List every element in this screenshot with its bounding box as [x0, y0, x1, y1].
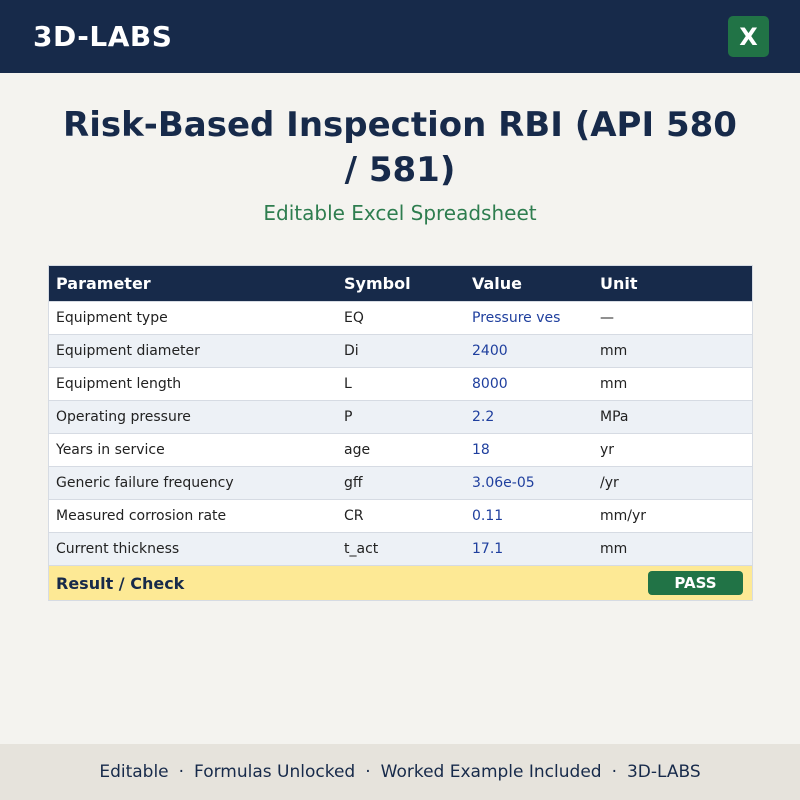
table-row: Equipment diameter Di 2400 mm	[49, 334, 752, 367]
footer-item-formulas: Formulas Unlocked	[194, 762, 356, 782]
footer: Editable · Formulas Unlocked · Worked Ex…	[0, 744, 800, 800]
table-row: Generic failure frequency gff 3.06e-05 /…	[49, 466, 752, 499]
parameter-table: Parameter Symbol Value Unit Equipment ty…	[48, 265, 753, 601]
parameter-cell: Generic failure frequency	[56, 475, 234, 491]
unit-cell: yr	[600, 442, 615, 458]
value-cell[interactable]: 8000	[472, 368, 508, 400]
symbol-cell: Di	[344, 343, 359, 359]
parameter-cell: Years in service	[56, 442, 165, 458]
value-cell[interactable]: 3.06e-05	[472, 467, 535, 499]
parameter-cell: Measured corrosion rate	[56, 508, 227, 524]
parameter-cell: Equipment length	[56, 376, 182, 392]
unit-cell: mm	[600, 541, 628, 557]
unit-cell: —	[600, 310, 614, 326]
page-subtitle: Editable Excel Spreadsheet	[263, 201, 537, 225]
parameter-cell: Operating pressure	[56, 409, 191, 425]
value-cell[interactable]: Pressure ves	[472, 302, 560, 334]
table-row: Years in service age 18 yr	[49, 433, 752, 466]
symbol-cell: L	[344, 376, 352, 392]
table-row: Measured corrosion rate CR 0.11 mm/yr	[49, 499, 752, 532]
symbol-cell: gff	[344, 475, 363, 491]
unit-cell: /yr	[600, 475, 619, 491]
unit-cell: mm/yr	[600, 508, 647, 524]
footer-separator: ·	[365, 762, 371, 782]
parameter-cell: Current thickness	[56, 541, 180, 557]
footer-separator: ·	[178, 762, 185, 782]
unit-cell: mm	[600, 376, 628, 392]
footer-item-worked-example: Worked Example Included	[380, 762, 602, 782]
unit-cell: mm	[600, 343, 628, 359]
result-row: Result / Check PASS	[49, 565, 752, 600]
symbol-cell: CR	[344, 508, 364, 524]
column-header-parameter: Parameter	[56, 274, 151, 293]
symbol-cell: EQ	[344, 310, 364, 326]
value-cell[interactable]: 2.2	[472, 401, 494, 433]
table-row: Equipment type EQ Pressure ves —	[49, 301, 752, 334]
status-badge: PASS	[648, 571, 743, 595]
symbol-cell: age	[344, 442, 371, 458]
page-title: Risk-Based Inspection RBI (API 580 / 581…	[63, 105, 737, 190]
value-cell[interactable]: 0.11	[472, 500, 503, 532]
table-row: Equipment length L 8000 mm	[49, 367, 752, 400]
value-cell[interactable]: 18	[472, 434, 490, 466]
column-header-symbol: Symbol	[344, 274, 411, 293]
unit-cell: MPa	[600, 409, 629, 425]
footer-item-editable: Editable	[99, 762, 169, 782]
symbol-cell: P	[344, 409, 353, 425]
column-header-unit: Unit	[600, 274, 638, 293]
footer-separator: ·	[611, 762, 617, 782]
footer-item-brand: 3D-LABS	[626, 762, 701, 782]
table-row: Operating pressure P 2.2 MPa	[49, 400, 752, 433]
symbol-cell: t_act	[344, 541, 379, 557]
value-cell[interactable]: 2400	[472, 335, 508, 367]
brand-logo: 3D-LABS	[33, 20, 173, 53]
top-bar: 3D-LABS X	[0, 0, 800, 73]
result-label: Result / Check	[56, 573, 185, 593]
parameter-cell: Equipment diameter	[56, 343, 200, 359]
excel-icon[interactable]: X	[728, 16, 769, 57]
column-header-value: Value	[472, 274, 523, 293]
table-row: Current thickness t_act 17.1 mm	[49, 532, 752, 565]
parameter-cell: Equipment type	[56, 310, 168, 326]
table-header: Parameter Symbol Value Unit	[49, 266, 752, 301]
value-cell[interactable]: 17.1	[472, 533, 503, 565]
